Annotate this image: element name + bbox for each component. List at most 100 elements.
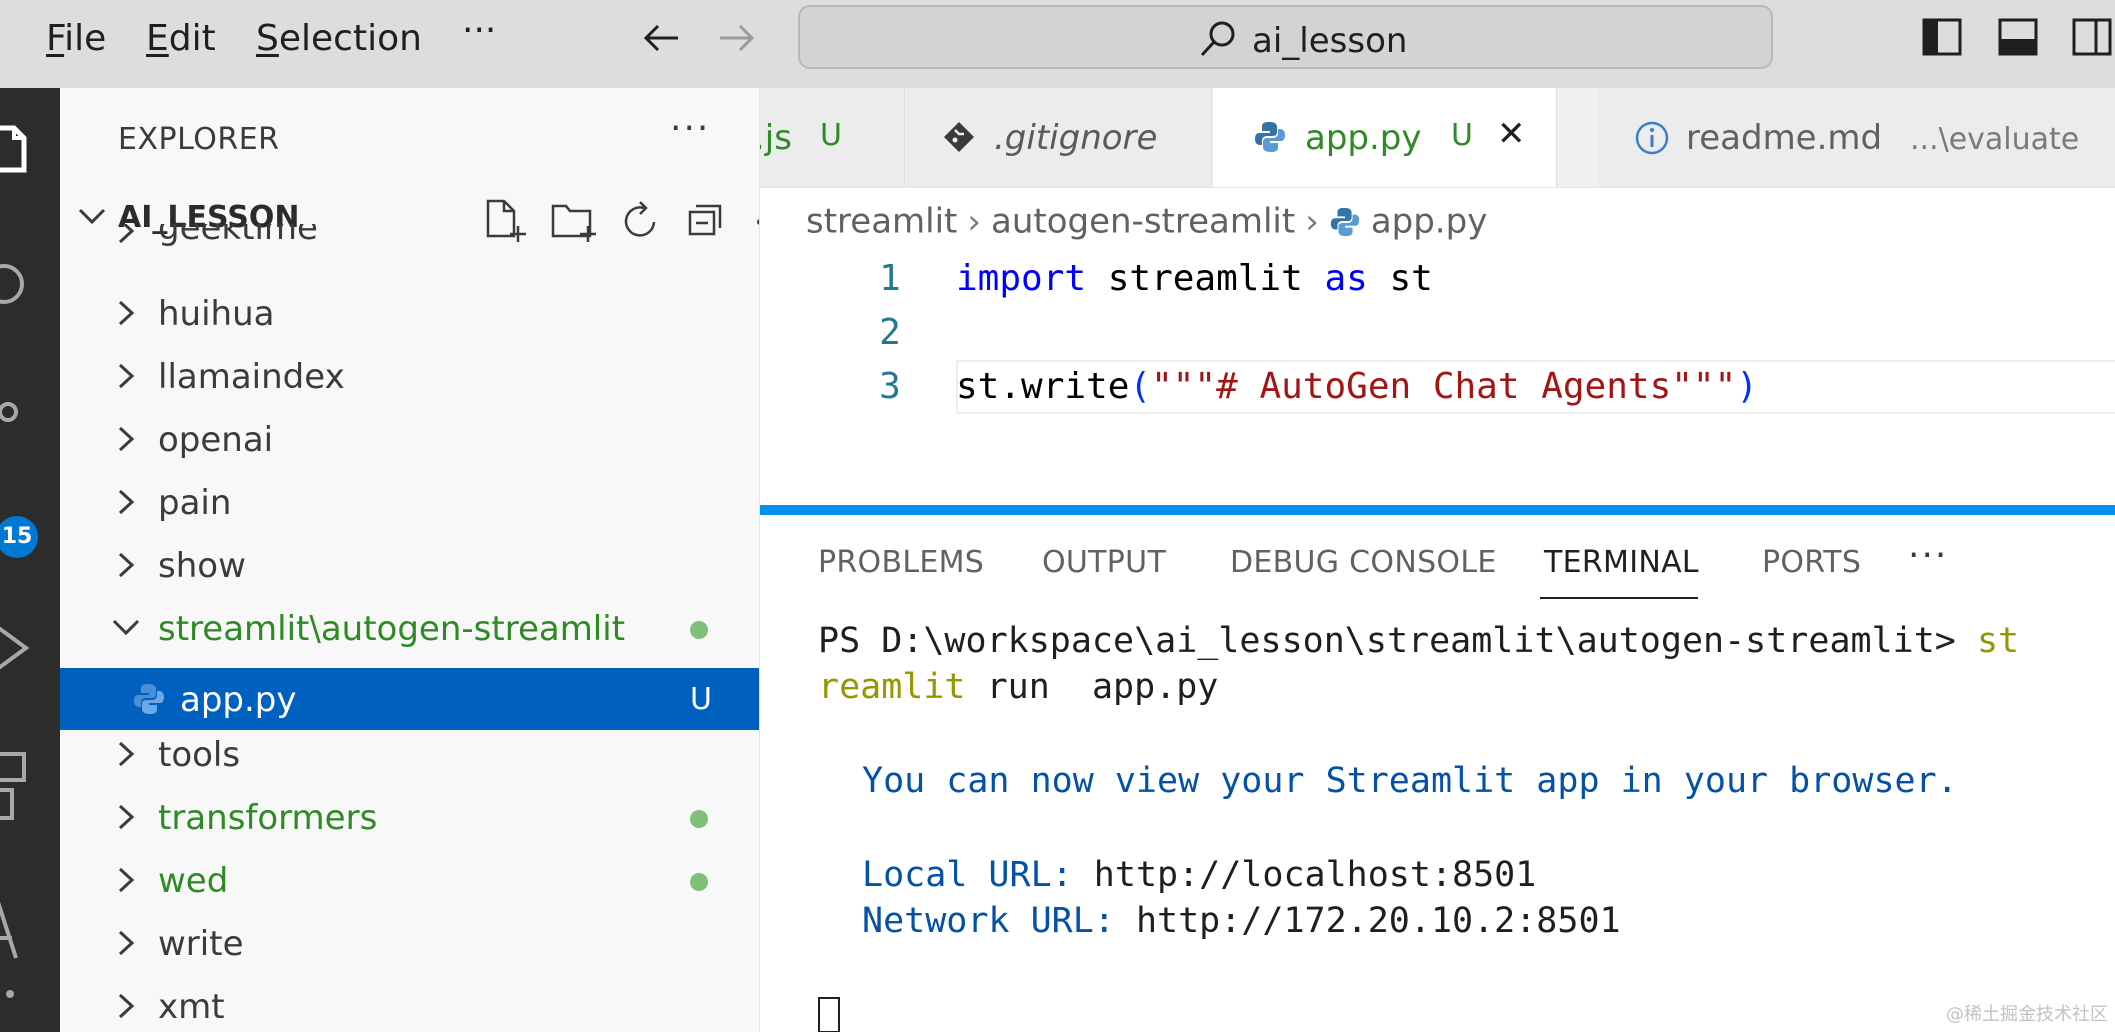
tree-item-geektime[interactable]: geektime [60, 224, 759, 264]
breadcrumb-item[interactable]: autogen-streamlit [991, 202, 1295, 242]
tree-item-app-py[interactable]: app.py U [60, 668, 759, 730]
back-arrow-icon[interactable] [640, 18, 684, 58]
tab-label: app.py [1305, 118, 1422, 158]
menu-file[interactable]: File [46, 18, 106, 59]
terminal-command: reamlit [818, 667, 966, 707]
menu-selection-label: election [278, 18, 422, 59]
tab-gitignore[interactable]: .gitignore [906, 88, 1212, 187]
tree-item-label: huihua [158, 294, 275, 334]
python-file-icon [134, 684, 164, 714]
code-line-current: 3 st.write("""# AutoGen Chat Agents""") [760, 360, 2115, 414]
tab-label: readme.md [1686, 118, 1883, 158]
tab-ports[interactable]: PORTS [1762, 545, 1861, 580]
terminal-line-message: You can now view your Streamlit app in y… [862, 761, 1958, 801]
tree-item-transformers[interactable]: transformers [60, 786, 759, 848]
tree-item-label: transformers [158, 798, 378, 838]
terminal-line-prompt: PS D:\workspace\ai_lesson\streamlit\auto… [818, 621, 2019, 661]
extensions-icon[interactable] [0, 748, 60, 828]
git-untracked-status: U [690, 682, 712, 717]
tab-terminal[interactable]: TERMINAL [1544, 545, 1699, 580]
python-file-icon [1255, 122, 1285, 152]
local-url-link[interactable]: http://localhost:8501 [1094, 855, 1537, 895]
chevron-down-icon [112, 619, 140, 636]
code-text: st.write("""# AutoGen Chat Agents""") [956, 366, 1758, 407]
tab-readme-md[interactable]: readme.md ...\evaluate [1598, 88, 2115, 187]
bracket-token: ( [1129, 366, 1152, 407]
terminal-prompt: PS D:\workspace\ai_lesson\streamlit\auto… [818, 621, 1977, 661]
tab-js-file[interactable]: .js U [760, 88, 905, 187]
panel-more-button[interactable]: ··· [1908, 535, 1948, 576]
code-editor[interactable]: 1 import streamlit as st 2 3 st.write(""… [760, 248, 2115, 500]
bracket-token: ) [1736, 366, 1758, 407]
tree-item-show[interactable]: show [60, 534, 759, 596]
title-bar: File Edit Selection ··· ai_lesson [0, 0, 2115, 88]
bottom-panel: PROBLEMS OUTPUT DEBUG CONSOLE TERMINAL P… [760, 515, 2115, 1032]
tab-close-button[interactable]: ✕ [1497, 114, 1526, 154]
tab-status: U [1451, 118, 1473, 153]
code-text: import streamlit as st [956, 258, 1433, 299]
tree-item-write[interactable]: write [60, 912, 759, 974]
testing-icon[interactable] [0, 898, 60, 968]
terminal-line-local-url: Local URL: http://localhost:8501 [862, 855, 1536, 895]
tab-label: .js [760, 118, 792, 158]
breadcrumb-item[interactable]: app.py [1371, 202, 1488, 242]
network-url-link[interactable]: http://172.20.10.2:8501 [1136, 901, 1621, 941]
active-tab-indicator [1540, 597, 1698, 599]
tree-item-label: wed [158, 861, 229, 901]
toggle-panel-icon[interactable] [1998, 17, 2038, 57]
tree-item-llamaindex[interactable]: llamaindex [60, 345, 759, 407]
more-views-icon[interactable] [0, 978, 60, 1008]
terminal-line-command: reamlit run app.py [818, 667, 1218, 707]
tree-item-label: pain [158, 483, 232, 523]
tab-output[interactable]: OUTPUT [1042, 545, 1166, 580]
forward-arrow-icon[interactable] [714, 18, 758, 58]
tab-debug-console[interactable]: DEBUG CONSOLE [1230, 545, 1497, 580]
tree-item-huihua[interactable]: huihua [60, 282, 759, 344]
tree-item-tools[interactable]: tools [60, 723, 759, 785]
identifier-token: st.write [956, 366, 1130, 407]
menu-edit-label: dit [168, 18, 216, 59]
search-view-icon[interactable] [0, 254, 60, 314]
line-number: 1 [879, 258, 901, 299]
tree-item-label: streamlit\autogen-streamlit [158, 609, 626, 649]
breadcrumb: streamlit › autogen-streamlit › app.py [806, 200, 1487, 242]
editor-tabs: .js U .gitignore app.py U ✕ readme.md ..… [760, 88, 2115, 188]
menu-selection[interactable]: Selection [256, 18, 422, 59]
source-control-badge: 15 [0, 516, 38, 558]
search-text: ai_lesson [1252, 21, 1408, 61]
terminal-label: Local URL: [862, 855, 1094, 895]
menu-edit-mnemonic: E [146, 18, 169, 59]
python-file-icon [1330, 207, 1359, 236]
menu-more-button[interactable]: ··· [462, 10, 496, 51]
breadcrumb-item[interactable]: streamlit [806, 202, 957, 242]
tree-item-wed[interactable]: wed [60, 849, 759, 911]
run-debug-icon[interactable] [0, 618, 60, 678]
keyword-token: import [956, 258, 1087, 299]
tab-app-py[interactable]: app.py U ✕ [1213, 88, 1557, 187]
tree-item-label: show [158, 546, 246, 586]
chevron-right-icon [118, 363, 135, 389]
command-center-search[interactable]: ai_lesson [798, 5, 1773, 69]
terminal-line-network-url: Network URL: http://172.20.10.2:8501 [862, 901, 1621, 941]
tree-item-label: tools [158, 735, 241, 775]
line-number: 2 [879, 312, 901, 353]
line-number: 3 [879, 366, 901, 407]
tree-item-xmt[interactable]: xmt [60, 975, 759, 1032]
toggle-secondary-sidebar-icon[interactable] [2072, 17, 2112, 57]
tree-item-streamlit-autogen-streamlit[interactable]: streamlit\autogen-streamlit [60, 597, 759, 659]
chevron-right-icon [118, 930, 135, 956]
panel-resize-sash[interactable] [760, 505, 2115, 515]
tree-item-openai[interactable]: openai [60, 408, 759, 470]
toggle-primary-sidebar-icon[interactable] [1922, 17, 1962, 57]
explorer-files-icon[interactable] [0, 122, 60, 186]
tree-item-label: xmt [158, 987, 225, 1027]
tab-problems[interactable]: PROBLEMS [818, 545, 984, 580]
tab-description: ...\evaluate [1910, 122, 2080, 157]
tree-item-pain[interactable]: pain [60, 471, 759, 533]
breadcrumb-separator: › [967, 201, 981, 242]
git-modified-dot [690, 621, 708, 639]
explorer-more-button[interactable]: ··· [670, 108, 710, 149]
source-control-icon[interactable] [0, 398, 60, 458]
menu-edit[interactable]: Edit [146, 18, 216, 59]
terminal-cursor [818, 997, 840, 1032]
